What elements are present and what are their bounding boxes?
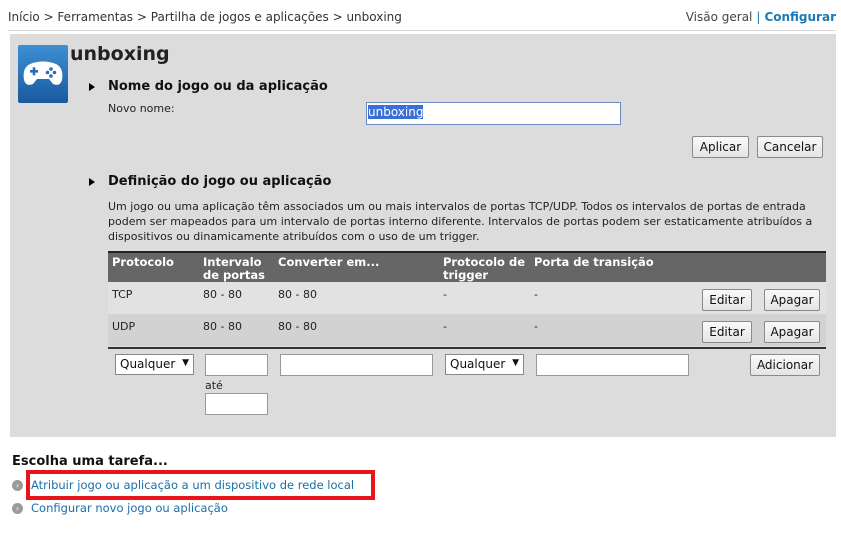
row-trigger-port: - — [534, 288, 538, 301]
table-row: UDP 80 - 80 80 - 80 - - Editar Apagar — [108, 314, 826, 346]
protocol-select[interactable]: Qualquer ▼ — [115, 354, 194, 375]
port-range-end-input[interactable] — [205, 393, 268, 415]
trigger-port-input[interactable] — [536, 354, 689, 376]
col-trigger-protocol: Protocolo de trigger — [443, 255, 525, 282]
edit-button[interactable]: Editar — [702, 321, 752, 343]
trigger-select-value: Qualquer — [450, 357, 506, 371]
top-links: Visão geral | Configurar — [686, 10, 836, 24]
new-name-input[interactable]: unboxing — [366, 102, 621, 125]
gamepad-icon — [18, 45, 68, 103]
row-trigger-port: - — [534, 320, 538, 333]
new-name-label: Novo nome: — [108, 102, 175, 115]
row-trigger-protocol: - — [443, 320, 447, 333]
table-row: TCP 80 - 80 80 - 80 - - Editar Apagar — [108, 282, 826, 314]
task-configure-new-label: Configurar novo jogo ou aplicação — [31, 501, 228, 515]
port-range-start-input[interactable] — [205, 354, 268, 376]
trigger-protocol-select[interactable]: Qualquer ▼ — [445, 354, 524, 375]
row-protocol: UDP — [112, 320, 136, 333]
task-configure-new-link[interactable]: › Configurar novo jogo ou aplicação — [12, 501, 228, 515]
convert-input[interactable] — [280, 354, 433, 376]
to-label: até — [205, 379, 223, 392]
top-divider — [8, 30, 836, 31]
col-trigger-port: Porta de transição — [534, 255, 654, 269]
add-button[interactable]: Adicionar — [750, 354, 820, 376]
chevron-down-icon: ▼ — [182, 358, 189, 368]
apply-button[interactable]: Aplicar — [692, 136, 749, 158]
top-bar: Início > Ferramentas > Partilha de jogos… — [8, 10, 836, 26]
section-arrow-icon — [89, 83, 95, 91]
row-trigger-protocol: - — [443, 288, 447, 301]
row-protocol: TCP — [112, 288, 133, 301]
chevron-down-icon: ▼ — [512, 358, 519, 368]
link-separator: | — [756, 10, 761, 24]
row-port-range: 80 - 80 — [203, 320, 242, 333]
col-port-range: Intervalo de portas — [203, 255, 265, 282]
app-title: unboxing — [70, 43, 170, 65]
protocol-select-value: Qualquer — [120, 357, 176, 371]
delete-button[interactable]: Apagar — [764, 289, 820, 311]
row-port-range: 80 - 80 — [203, 288, 242, 301]
ports-table-header: Protocolo Intervalo de portas Converter … — [108, 251, 826, 282]
highlight-box — [26, 470, 375, 500]
main-panel: unboxing Nome do jogo ou da aplicação No… — [10, 34, 836, 437]
overview-link[interactable]: Visão geral — [686, 10, 753, 24]
col-convert: Converter em... — [278, 255, 380, 269]
cancel-button[interactable]: Cancelar — [757, 136, 823, 158]
new-name-value: unboxing — [368, 105, 424, 119]
name-section-heading: Nome do jogo ou da aplicação — [108, 79, 328, 94]
definition-section-heading: Definição do jogo ou aplicação — [108, 174, 332, 189]
tasks-title: Escolha uma tarefa... — [12, 454, 168, 469]
breadcrumb: Início > Ferramentas > Partilha de jogos… — [8, 10, 402, 24]
col-protocol: Protocolo — [112, 255, 174, 269]
configure-link[interactable]: Configurar — [764, 10, 836, 24]
delete-button[interactable]: Apagar — [764, 321, 820, 343]
edit-button[interactable]: Editar — [702, 289, 752, 311]
section-arrow-icon — [89, 178, 95, 186]
row-convert: 80 - 80 — [278, 288, 317, 301]
definition-description: Um jogo ou uma aplicação têm associados … — [108, 200, 813, 243]
row-convert: 80 - 80 — [278, 320, 317, 333]
chevron-right-icon: › — [12, 480, 23, 491]
new-row-divider — [108, 347, 826, 349]
chevron-right-icon: › — [12, 503, 23, 514]
